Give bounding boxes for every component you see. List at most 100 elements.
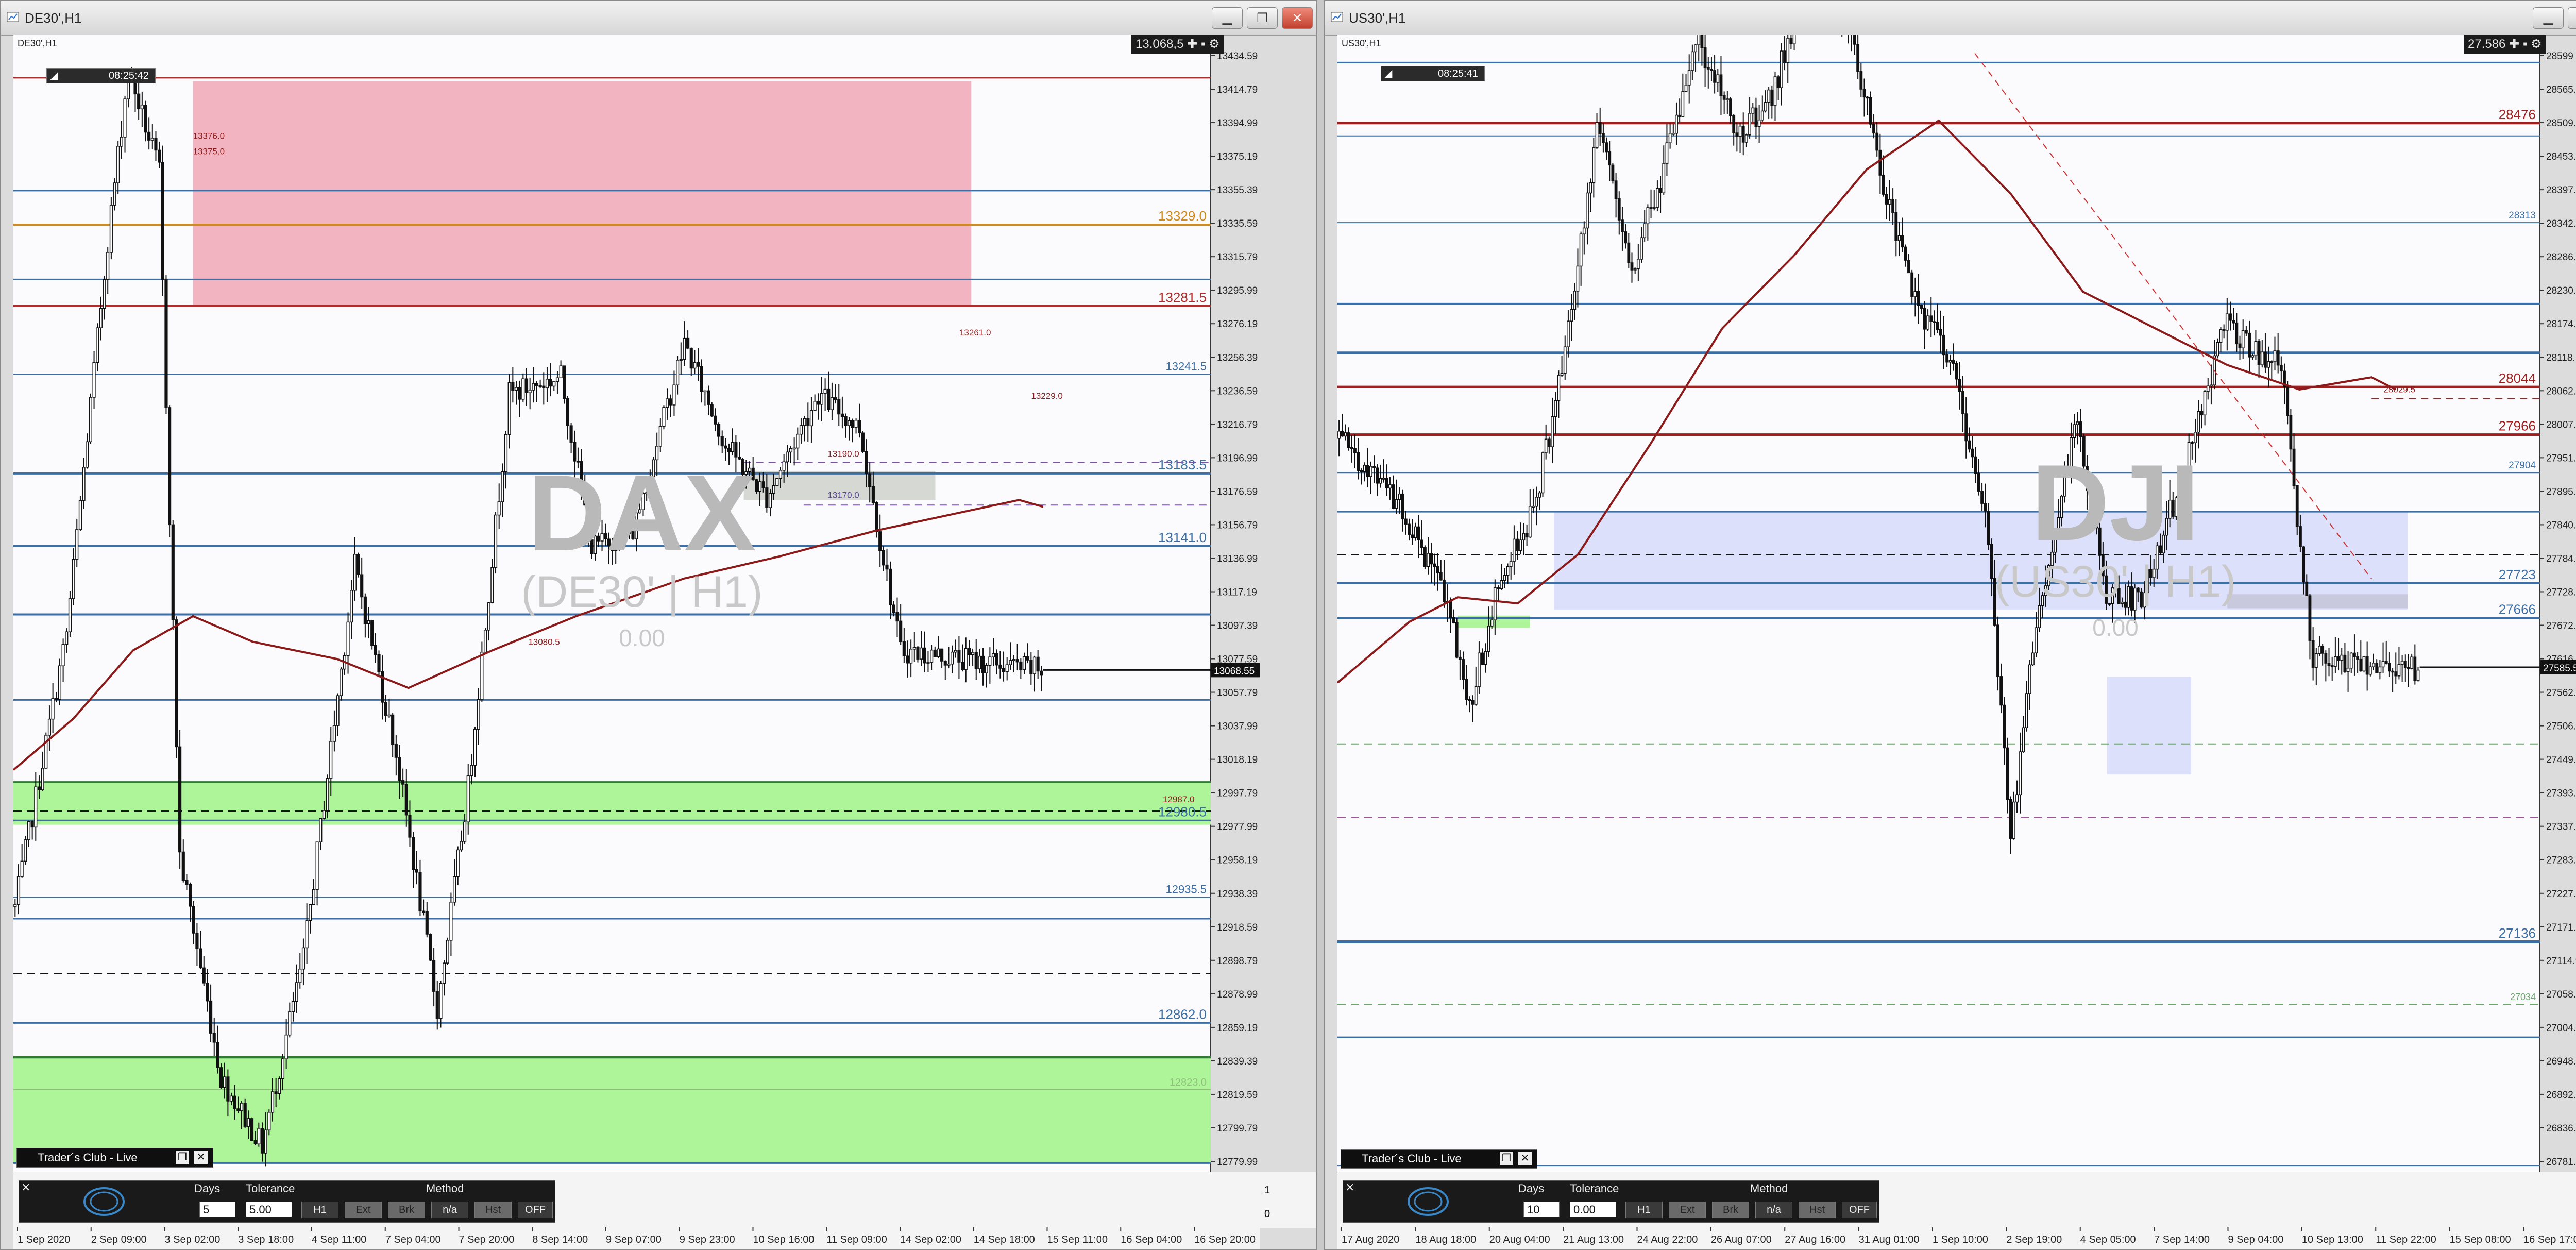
candle-body <box>731 442 734 452</box>
levels-panel[interactable]: × Days Tolerance Method 5 5.00 H1 Ext Br… <box>19 1180 555 1223</box>
candle-body <box>1563 346 1567 374</box>
candle-body <box>912 647 916 650</box>
y-tick-label: 28599 <box>2546 51 2573 62</box>
level-label: 12935.5 <box>1165 883 1207 896</box>
x-tick-label: 11 Sep 09:00 <box>826 1234 887 1245</box>
x-tick-label: 17 Aug 2020 <box>1342 1234 1399 1245</box>
restore-icon[interactable]: ❐ <box>1500 1152 1513 1165</box>
candle-body <box>1990 544 1993 579</box>
clock-icon: ◢ <box>50 70 58 81</box>
candle-body <box>1350 447 1353 449</box>
candle-body <box>463 821 467 842</box>
window-titlebar[interactable]: DE30',H1 ▁ ❐ ✕ <box>1 1 1316 36</box>
candle-body <box>2028 664 2031 694</box>
window-titlebar[interactable]: US30',H1 ▁ ❐ ✕ <box>1325 1 2576 36</box>
maximize-button[interactable]: ❐ <box>2568 7 2576 29</box>
candle-body <box>267 1112 271 1130</box>
close-icon[interactable]: ✕ <box>194 1151 208 1164</box>
tolerance-input[interactable]: 5.00 <box>246 1202 292 1217</box>
candle-body <box>466 775 470 823</box>
minimize-button[interactable]: ▁ <box>2533 7 2564 29</box>
panel-close-icon[interactable]: × <box>1345 1181 1354 1194</box>
days-input[interactable]: 10 <box>1523 1202 1560 1217</box>
timeframe-button[interactable]: H1 <box>301 1202 338 1218</box>
days-input[interactable]: 5 <box>199 1202 235 1217</box>
candle-body <box>524 378 529 393</box>
minimize-button[interactable]: ▁ <box>1212 7 1243 29</box>
price-chart[interactable]: 13434.59 13414.79 13394.99 13375.19 13355.39… <box>13 35 1260 1172</box>
candle-body <box>2299 526 2302 548</box>
candle-body <box>291 1001 295 1012</box>
indicator-subwindow[interactable]: × Days Tolerance Method 10 0.00 H1 Ext B… <box>1337 1172 2576 1228</box>
timeframe-button[interactable]: H1 <box>1625 1202 1663 1218</box>
candle-body <box>1936 322 1939 330</box>
traders-club-bar[interactable]: Trader´s Club - Live ❐ ✕ <box>1341 1149 1537 1169</box>
y-tick-label: 12819.59 <box>1217 1090 1258 1101</box>
panel-close-icon[interactable]: × <box>21 1181 30 1194</box>
candle-body <box>2289 415 2293 450</box>
candle-body <box>446 940 449 964</box>
brk-button[interactable]: Brk <box>1712 1202 1749 1218</box>
candle-body <box>803 418 806 426</box>
chart-window-us30[interactable]: US30',H1 ▁ ❐ ✕ 28599 28565.63 28509.23 2845… <box>1324 0 2576 1250</box>
close-button[interactable]: ✕ <box>1282 7 1313 29</box>
off-button[interactable]: OFF <box>1842 1202 1877 1218</box>
indicator-subwindow[interactable]: × Days Tolerance Method 5 5.00 H1 Ext Br… <box>13 1172 1316 1228</box>
candle-body <box>2375 663 2379 673</box>
y-tick-label: 28230.33 <box>2546 285 2576 296</box>
candle-body <box>2302 546 2306 583</box>
candle-body <box>892 604 895 613</box>
y-tick-label: 13057.79 <box>1217 688 1258 699</box>
restore-icon[interactable]: ❐ <box>176 1151 189 1164</box>
levels-panel[interactable]: × Days Tolerance Method 10 0.00 H1 Ext B… <box>1343 1180 1879 1223</box>
price-chart-svg[interactable]: 28599 28565.63 28509.23 28453.13 28397.03 283… <box>1337 35 2576 1172</box>
candle-body <box>1913 291 1917 297</box>
maximize-button[interactable]: ❐ <box>1247 7 1278 29</box>
candle-body <box>2327 663 2331 666</box>
x-tick-label: 11 Sep 22:00 <box>2376 1234 2436 1245</box>
level-label: 13183.5 <box>1158 457 1207 472</box>
chart-subtitle: DE30',H1 <box>18 38 57 48</box>
candle-body <box>518 387 521 400</box>
y-tick-label: 27393.83 <box>2546 788 2576 799</box>
method-button[interactable]: n/a <box>1755 1202 1792 1218</box>
candle-body <box>2305 581 2309 596</box>
y-tick-label: 12779.99 <box>1217 1157 1258 1168</box>
traders-club-bar[interactable]: Trader´s Club - Live ❐ ✕ <box>16 1148 213 1168</box>
chart-window-de30[interactable]: DE30',H1 ▁ ❐ ✕ 13434.59 13414.79 13394.99 1… <box>0 0 1317 1250</box>
y-tick-label: 27114.98 <box>2546 956 2576 967</box>
supply-zone <box>193 81 972 306</box>
candle-body <box>1643 223 1647 239</box>
candle-body <box>1414 526 1417 538</box>
spread-watermark: 0.00 <box>2092 614 2139 641</box>
candle-body <box>521 378 525 400</box>
price-chart[interactable]: 28599 28565.63 28509.23 28453.13 28397.03 283… <box>1337 35 2576 1172</box>
y-tick-label: 28565.63 <box>2546 85 2576 95</box>
candle-body <box>1617 198 1621 221</box>
candle-body <box>1468 699 1471 701</box>
x-axis: 1 Sep 2020 2 Sep 09:00 3 Sep 02:00 3 Sep 18… <box>13 1227 1260 1249</box>
y-tick-label: 27784.83 <box>2546 553 2576 564</box>
candle-body <box>858 419 861 434</box>
candle-body <box>2203 391 2207 416</box>
candle-body <box>113 182 116 206</box>
ext-button[interactable]: Ext <box>345 1202 382 1218</box>
candle-body <box>278 1078 281 1094</box>
candle-body <box>1671 132 1675 135</box>
tolerance-input[interactable]: 0.00 <box>1570 1202 1616 1217</box>
hst-button[interactable]: Hst <box>474 1202 512 1218</box>
hst-button[interactable]: Hst <box>1799 1202 1836 1218</box>
off-button[interactable]: OFF <box>518 1202 553 1218</box>
candle-body <box>2022 727 2025 752</box>
method-button[interactable]: n/a <box>431 1202 468 1218</box>
price-chart-svg[interactable]: 13434.5913414.7913394.9913375.1913355.39… <box>13 35 1260 1172</box>
candle-body <box>1917 291 1920 306</box>
close-icon[interactable]: ✕ <box>1518 1152 1532 1165</box>
brk-button[interactable]: Brk <box>388 1202 425 1218</box>
candle-body <box>2330 665 2334 667</box>
candle-body <box>1662 163 1666 193</box>
candle-body <box>422 910 426 913</box>
candle-body <box>981 655 985 673</box>
candle-body <box>947 663 951 666</box>
ext-button[interactable]: Ext <box>1669 1202 1706 1218</box>
